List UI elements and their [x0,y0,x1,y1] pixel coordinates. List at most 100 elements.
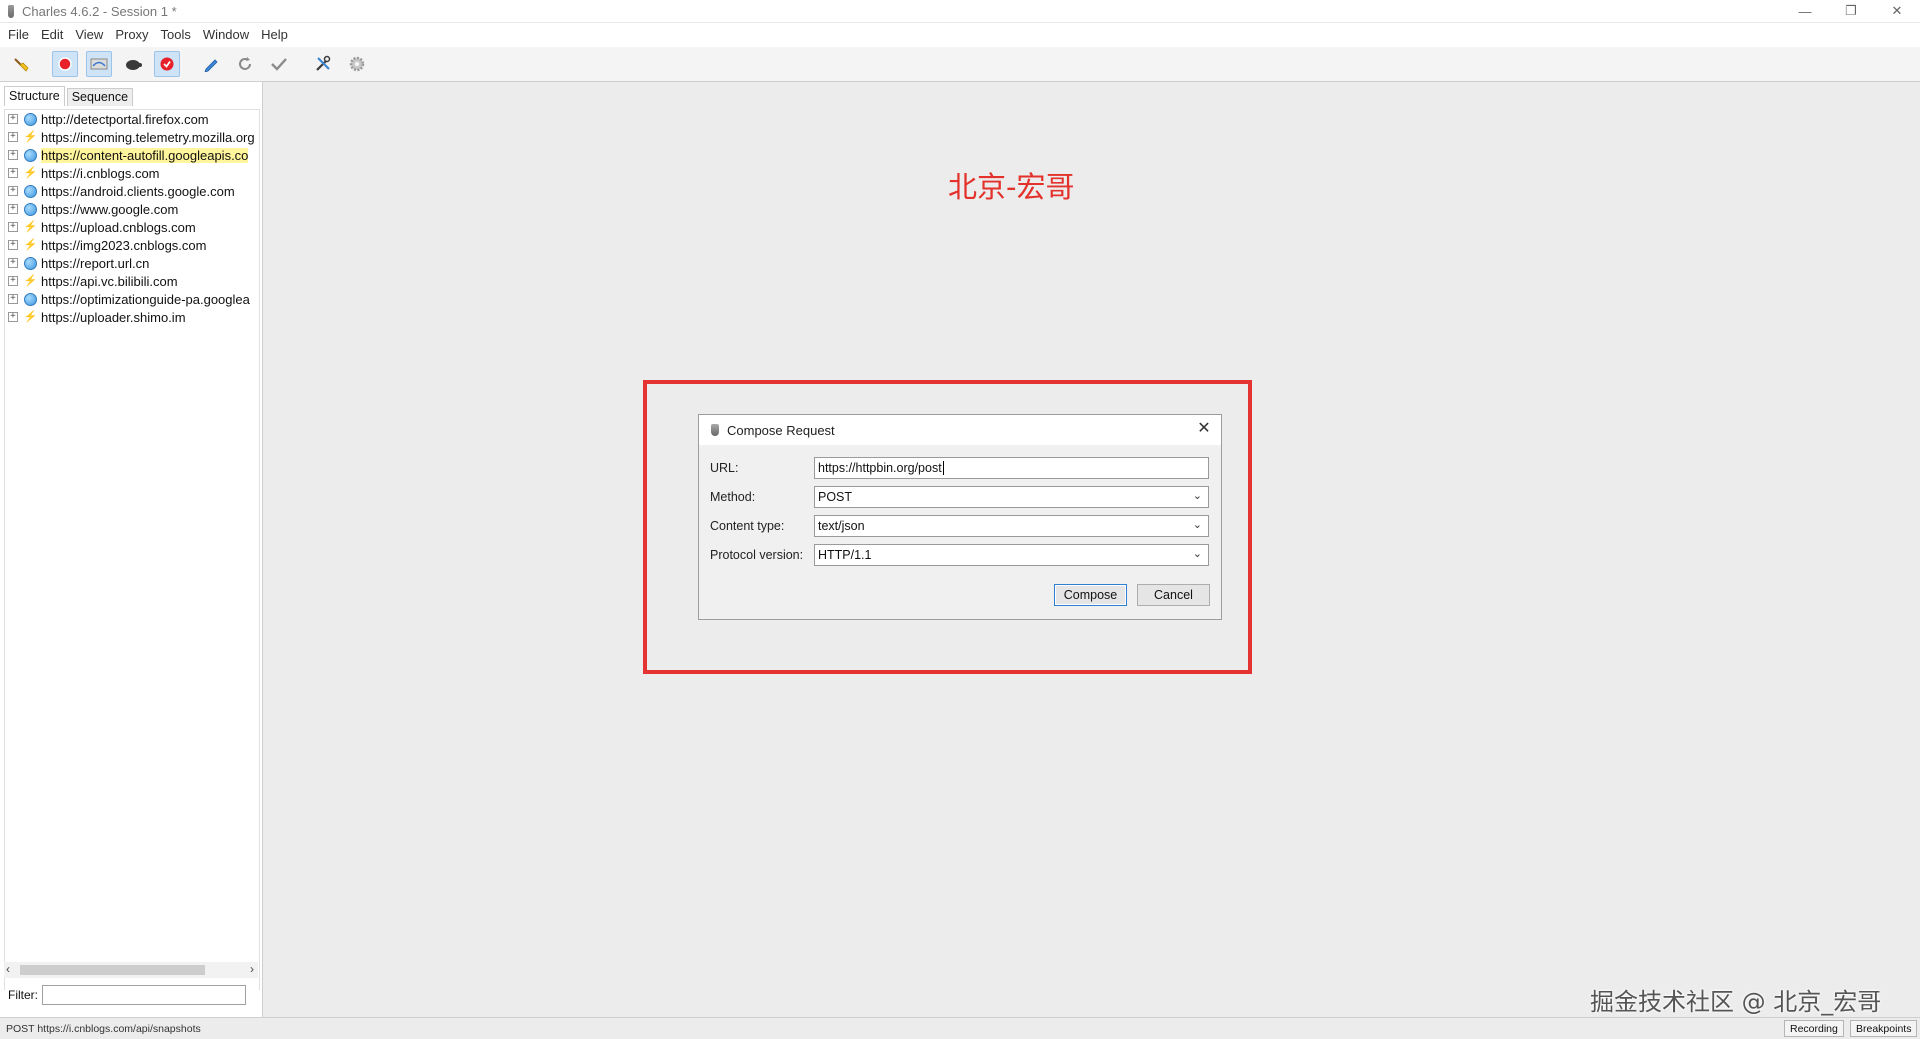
expand-icon[interactable]: + [8,312,18,322]
window-controls: — ❐ ✕ [1782,0,1920,22]
secure-bolt-icon: ⚡ [23,238,38,251]
menu-proxy[interactable]: Proxy [109,23,154,47]
settings-gear-icon[interactable] [344,51,370,77]
filter-input[interactable] [42,985,246,1005]
content-type-row: Content type: text/json ⌄ [710,515,1209,537]
expand-icon[interactable]: + [8,132,18,142]
expand-icon[interactable]: + [8,276,18,286]
protocol-row: Protocol version: HTTP/1.1 ⌄ [710,544,1209,566]
menu-window[interactable]: Window [197,23,255,47]
compose-pen-icon[interactable] [198,51,224,77]
tree-row[interactable]: + ⚡ https://incoming.telemetry.mozilla.org [5,128,259,146]
host-label: https://android.clients.google.com [41,183,235,199]
secure-bolt-icon: ⚡ [23,310,38,323]
globe-icon [23,112,37,126]
method-row: Method: POST ⌄ [710,486,1209,508]
chevron-down-icon: ⌄ [1192,490,1202,502]
window-title: Charles 4.6.2 - Session 1 * [22,3,177,19]
menu-edit[interactable]: Edit [35,23,69,47]
tree-row[interactable]: + ⚡ https://i.cnblogs.com [5,164,259,182]
host-label: https://api.vc.bilibili.com [41,273,178,289]
scroll-thumb[interactable] [20,965,205,975]
tree-row[interactable]: + https://www.google.com [5,200,259,218]
charles-jug-icon [6,4,16,18]
broom-icon[interactable] [8,51,34,77]
globe-icon [23,148,37,162]
expand-icon[interactable]: + [8,258,18,268]
host-label: https://i.cnblogs.com [41,165,160,181]
method-select[interactable]: POST ⌄ [814,486,1209,508]
tree-row[interactable]: + http://detectportal.firefox.com [5,110,259,128]
close-window-button[interactable]: ✕ [1874,0,1920,22]
expand-icon[interactable]: + [8,240,18,250]
horizontal-scrollbar[interactable]: ‹ › [4,962,258,978]
cancel-button[interactable]: Cancel [1137,584,1210,606]
expand-icon[interactable]: + [8,168,18,178]
title-bar: Charles 4.6.2 - Session 1 * — ❐ ✕ [0,0,1920,22]
text-caret [942,461,944,475]
host-label: https://incoming.telemetry.mozilla.org [41,129,255,145]
turtle-icon[interactable] [120,51,146,77]
menu-view[interactable]: View [69,23,109,47]
expand-icon[interactable]: + [8,150,18,160]
globe-icon [23,292,37,306]
expand-icon[interactable]: + [8,222,18,232]
validate-check-icon[interactable] [266,51,292,77]
view-tabs: Structure Sequence [4,86,135,106]
minimize-button[interactable]: — [1782,0,1828,22]
expand-icon[interactable]: + [8,114,18,124]
host-label: https://uploader.shimo.im [41,309,186,325]
globe-icon [23,256,37,270]
status-text: POST https://i.cnblogs.com/api/snapshots [6,1022,201,1035]
tree-row[interactable]: + https://report.url.cn [5,254,259,272]
host-label: https://www.google.com [41,201,179,217]
expand-icon[interactable]: + [8,204,18,214]
throttle-icon[interactable] [86,51,112,77]
breakpoint-icon[interactable] [154,51,180,77]
content-type-value: text/json [818,519,865,533]
tab-structure[interactable]: Structure [4,86,65,106]
tab-sequence[interactable]: Sequence [66,88,134,106]
method-value: POST [818,490,853,504]
secure-bolt-icon: ⚡ [23,274,38,287]
charles-jug-icon [711,424,719,436]
url-input[interactable]: https://httpbin.org/post [814,457,1209,479]
menu-bar: File Edit View Proxy Tools Window Help [0,22,1920,48]
host-label: https://img2023.cnblogs.com [41,237,207,253]
globe-icon [23,184,37,198]
record-icon[interactable] [52,51,78,77]
tree-row[interactable]: + https://content-autofill.googleapis.co [5,146,259,164]
menu-file[interactable]: File [0,23,35,47]
scroll-right-icon[interactable]: › [250,962,254,976]
expand-icon[interactable]: + [8,294,18,304]
content-type-label: Content type: [710,519,785,533]
method-label: Method: [710,490,756,504]
compose-request-dialog: Compose Request ✕ URL: https://httpbin.o… [698,414,1222,620]
compose-button[interactable]: Compose [1054,584,1127,606]
menu-help[interactable]: Help [255,23,294,47]
tools-icon[interactable] [310,51,336,77]
chevron-down-icon: ⌄ [1192,548,1202,560]
recording-status-button[interactable]: Recording [1784,1020,1844,1037]
structure-panel: Structure Sequence + http://detectportal.… [0,82,263,1017]
secure-bolt-icon: ⚡ [23,166,38,179]
menu-tools[interactable]: Tools [155,23,197,47]
tree-row[interactable]: + https://optimizationguide-pa.googlea [5,290,259,308]
url-value: https://httpbin.org/post [818,461,942,475]
scroll-left-icon[interactable]: ‹ [6,962,10,976]
expand-icon[interactable]: + [8,186,18,196]
content-type-select[interactable]: text/json ⌄ [814,515,1209,537]
tree-row[interactable]: + ⚡ https://uploader.shimo.im [5,308,259,326]
secure-bolt-icon: ⚡ [23,220,38,233]
restore-button[interactable]: ❐ [1828,0,1874,22]
tree-row[interactable]: + ⚡ https://upload.cnblogs.com [5,218,259,236]
repeat-icon[interactable] [232,51,258,77]
tree-row[interactable]: + ⚡ https://img2023.cnblogs.com [5,236,259,254]
protocol-select[interactable]: HTTP/1.1 ⌄ [814,544,1209,566]
tree-row[interactable]: + ⚡ https://api.vc.bilibili.com [5,272,259,290]
chevron-down-icon: ⌄ [1192,519,1202,531]
close-icon[interactable]: ✕ [1195,420,1213,438]
url-row: URL: https://httpbin.org/post [710,457,1209,479]
breakpoints-status-button[interactable]: Breakpoints [1850,1020,1918,1037]
tree-row[interactable]: + https://android.clients.google.com [5,182,259,200]
